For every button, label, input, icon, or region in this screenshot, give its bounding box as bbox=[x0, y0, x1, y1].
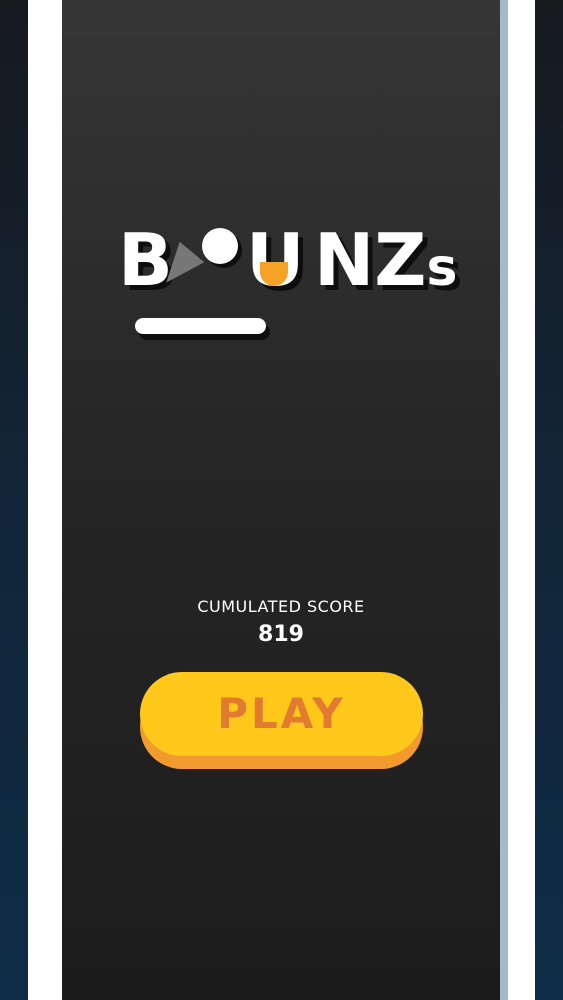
playfield bbox=[62, 0, 500, 1000]
logo-letters-nzs: NZs bbox=[314, 220, 457, 308]
ball-icon bbox=[202, 228, 238, 264]
logo-letters-nz: NZ bbox=[314, 218, 427, 302]
score-label: CUMULATED SCORE bbox=[197, 597, 365, 616]
game-logo: B U NZs bbox=[118, 218, 457, 318]
left-wall bbox=[28, 0, 62, 1000]
paddle bbox=[135, 318, 266, 334]
logo-letter-s: s bbox=[426, 238, 458, 298]
play-button-label: PLAY bbox=[217, 689, 346, 738]
play-button[interactable]: PLAY bbox=[140, 672, 423, 769]
right-wall-shade bbox=[500, 0, 508, 1000]
logo-letter-u: U bbox=[246, 218, 305, 302]
score-value: 819 bbox=[258, 622, 304, 647]
